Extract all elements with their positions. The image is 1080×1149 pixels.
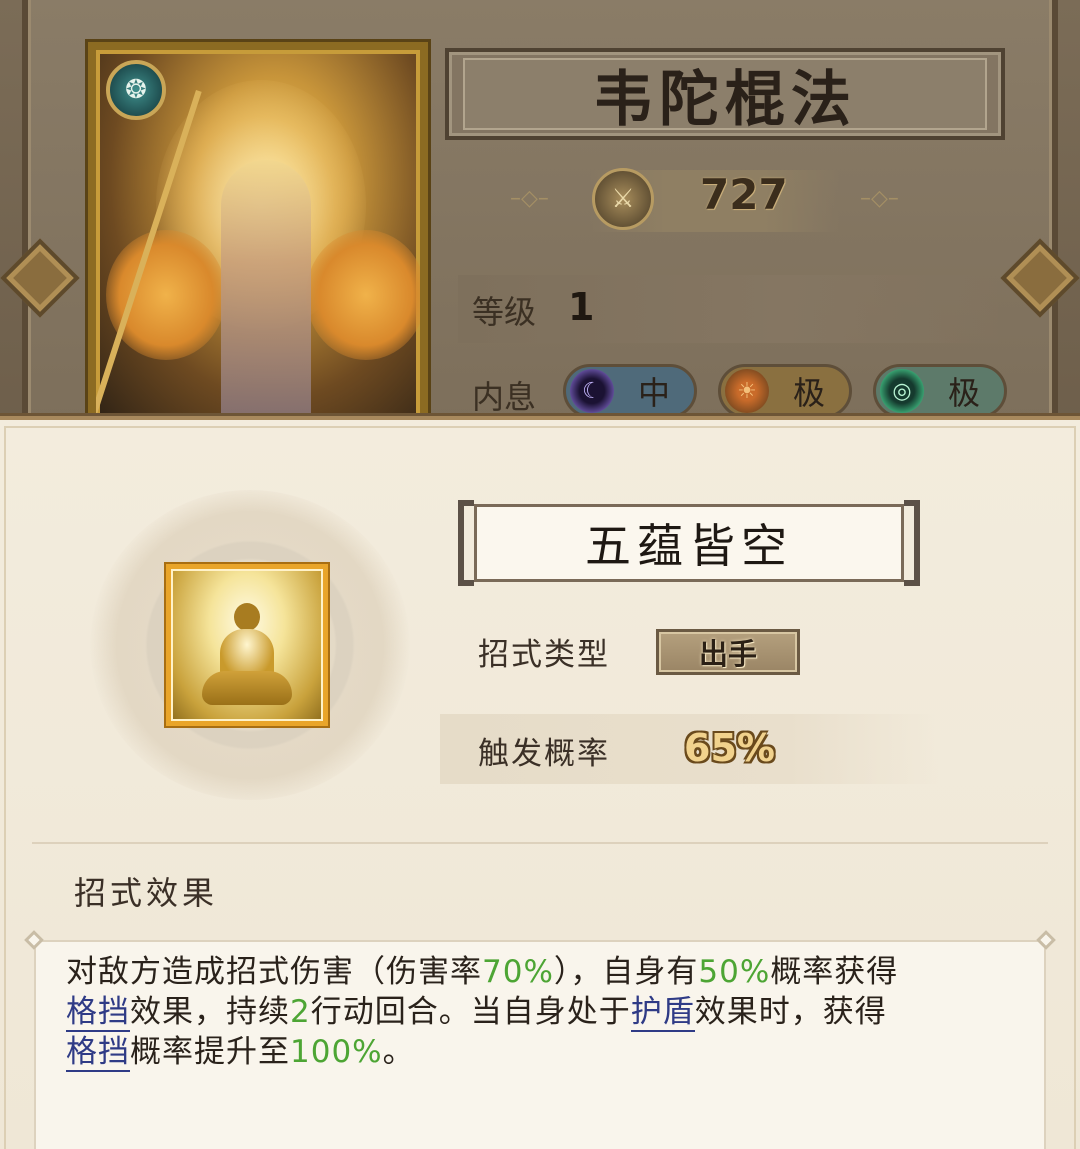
portrait-aura-right bbox=[306, 230, 420, 360]
skill-title: 韦陀棍法 bbox=[593, 64, 857, 135]
bracket-left bbox=[458, 500, 474, 586]
skill-title-inner: 韦陀棍法 bbox=[463, 58, 987, 135]
effect-description: 对敌方造成招式伤害（伤害率70%），自身有50%概率获得格挡效果，持续2行动回合… bbox=[66, 952, 1004, 1072]
power-row: –◇– ⚔ 727 –◇– bbox=[470, 160, 960, 240]
trigger-rate-value: 65% bbox=[684, 726, 775, 770]
move-name: 五蕴皆空 bbox=[585, 519, 793, 573]
neixi-label: 内息 bbox=[472, 378, 537, 416]
effect-text: 效果，持续 bbox=[130, 994, 290, 1030]
effect-number: 2 bbox=[290, 994, 311, 1030]
section-divider bbox=[32, 842, 1048, 844]
ornament-left-icon: –◇– bbox=[510, 186, 549, 211]
portrait-aura-left bbox=[106, 230, 226, 360]
effect-text: 概率提升至 bbox=[130, 1034, 290, 1070]
effect-text: ），自身有 bbox=[553, 954, 699, 990]
neixi-pill-3[interactable]: ◎ 极 bbox=[873, 364, 1007, 418]
effect-title: 招式效果 bbox=[74, 874, 219, 912]
trigger-rate-label: 触发概率 bbox=[478, 736, 610, 772]
neixi-pill-1[interactable]: ☾ 中 bbox=[563, 364, 697, 418]
corner-ornament-icon bbox=[24, 930, 44, 950]
move-type-label: 招式类型 bbox=[478, 637, 610, 673]
effect-text: 对敌方造成招式伤害（伤害率 bbox=[66, 954, 482, 990]
level-row: 等级 1 bbox=[458, 275, 998, 343]
move-name-box: 五蕴皆空 bbox=[474, 504, 904, 582]
hero-panel: ❂ 韦陀棍法 –◇– ⚔ 727 –◇– 等级 1 内息 ☾ 中 ☀ 极 ◎ 极 bbox=[0, 0, 1080, 430]
effect-text: 行动回合。当自身处于 bbox=[310, 994, 631, 1030]
effect-text: 概率获得 bbox=[770, 954, 899, 990]
level-value: 1 bbox=[568, 285, 595, 329]
sun-gear-icon: ☀ bbox=[725, 369, 769, 413]
power-emblem-icon: ⚔ bbox=[592, 168, 654, 230]
move-type-row: 招式类型 出手 bbox=[440, 615, 938, 685]
ornament-right-icon: –◇– bbox=[860, 186, 899, 211]
power-value: 727 bbox=[700, 170, 788, 219]
meditating-monk-icon bbox=[166, 564, 328, 726]
corner-ornament-icon bbox=[1036, 930, 1056, 950]
monk-legs bbox=[202, 671, 292, 705]
move-detail-popup: 五蕴皆空 招式类型 出手 触发概率 65% 招式效果 对敌方造成招式伤害（伤害率… bbox=[0, 416, 1080, 1149]
bracket-right bbox=[904, 500, 920, 586]
monk-head bbox=[234, 603, 260, 631]
effect-box: 对敌方造成招式伤害（伤害率70%），自身有50%概率获得格挡效果，持续2行动回合… bbox=[24, 930, 1056, 1149]
move-type-badge: 出手 bbox=[656, 629, 800, 675]
effect-number: 100% bbox=[290, 1034, 383, 1070]
effect-number: 50% bbox=[698, 954, 771, 990]
purple-moon-icon: ☾ bbox=[570, 369, 614, 413]
monk-silhouette bbox=[202, 597, 292, 707]
neixi-grade-1: 中 bbox=[637, 374, 670, 412]
neixi-pill-2[interactable]: ☀ 极 bbox=[718, 364, 852, 418]
green-ring-icon: ◎ bbox=[880, 369, 924, 413]
level-label: 等级 bbox=[472, 293, 537, 331]
keyword-shield-link[interactable]: 护盾 bbox=[630, 994, 695, 1032]
sect-fan-icon: ❂ bbox=[106, 60, 166, 120]
trigger-rate-row: 触发概率 65% bbox=[440, 714, 938, 784]
keyword-block-link[interactable]: 格挡 bbox=[66, 1034, 130, 1072]
neixi-grade-3: 极 bbox=[947, 374, 980, 412]
effect-text: 。 bbox=[382, 1034, 415, 1070]
hero-figure bbox=[221, 160, 311, 419]
hero-portrait-card[interactable]: ❂ bbox=[88, 42, 428, 427]
move-type-value: 出手 bbox=[698, 637, 757, 671]
move-name-plate: 五蕴皆空 bbox=[458, 500, 920, 586]
skill-title-plate: 韦陀棍法 bbox=[445, 48, 1005, 140]
neixi-grade-2: 极 bbox=[792, 374, 825, 412]
effect-number: 70% bbox=[482, 954, 554, 990]
keyword-block-link[interactable]: 格挡 bbox=[66, 994, 130, 1032]
neixi-row: 内息 ☾ 中 ☀ 极 ◎ 极 bbox=[458, 360, 1018, 420]
effect-text: 效果时，获得 bbox=[694, 994, 887, 1030]
